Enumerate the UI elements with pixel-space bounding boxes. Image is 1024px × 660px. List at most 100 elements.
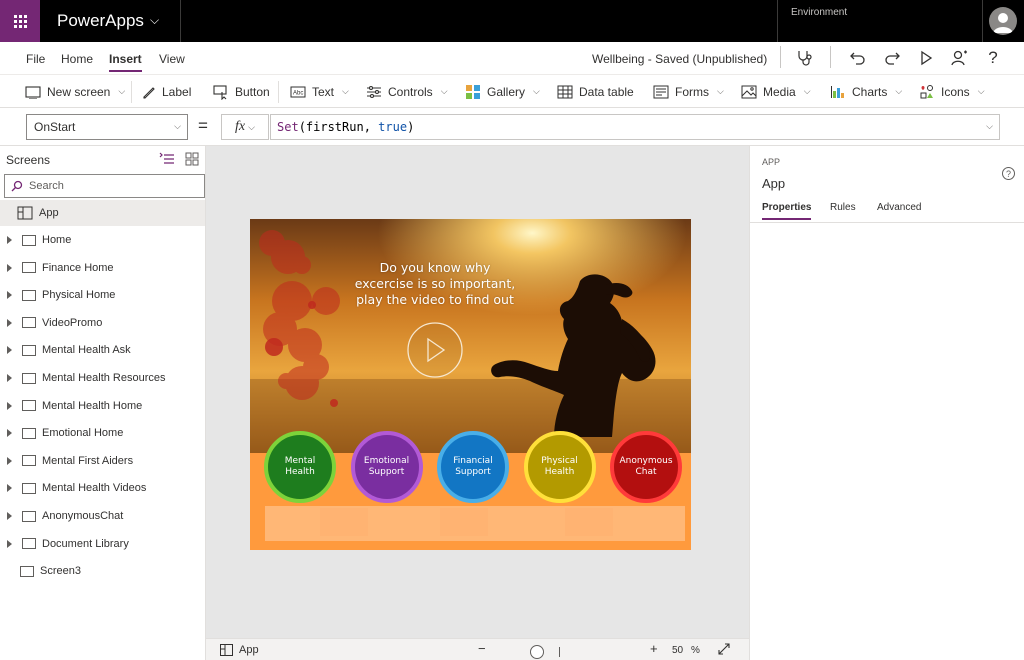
screen-preview[interactable]: Do you know why excercise is so importan… (250, 219, 691, 550)
expand-caret-icon[interactable] (7, 263, 12, 272)
category-button[interactable]: Physical Health (523, 431, 596, 503)
controls-menu-button[interactable]: Controls ⌵ (366, 75, 448, 108)
tree-item-screen[interactable]: Mental First Aiders (0, 448, 205, 474)
text-menu-button[interactable]: Abc Text ⌵ (290, 75, 349, 108)
function-button[interactable]: fx ⌵ (221, 114, 269, 140)
list-view-icon[interactable] (159, 151, 175, 167)
insert-label-button[interactable]: Label (142, 75, 191, 108)
selected-item-label[interactable]: App (239, 644, 259, 656)
screen-icon (22, 344, 36, 356)
new-screen-button[interactable]: New screen ⌵ (25, 75, 125, 108)
gallery-label: Gallery (487, 84, 526, 99)
icons-icon (920, 84, 933, 98)
category-button[interactable]: Financial Support (437, 431, 509, 503)
app-title[interactable]: PowerApps (57, 11, 144, 31)
tab-file[interactable]: File (26, 52, 45, 66)
expand-caret-icon[interactable] (7, 346, 12, 355)
thumbnail-view-icon[interactable] (184, 151, 200, 167)
tree-item-screen[interactable]: Document Library (0, 531, 205, 557)
tree-item-screen[interactable]: Finance Home (0, 255, 205, 281)
tree-item-screen[interactable]: Mental Health Home (0, 393, 205, 419)
property-dropdown[interactable]: OnStart ⌵ (26, 114, 188, 140)
charts-menu-button[interactable]: Charts ⌵ (830, 75, 902, 108)
data-table-label: Data table (579, 84, 634, 99)
formula-input[interactable]: Set(firstRun, true) ⌵ (270, 114, 1000, 140)
document-status: Wellbeing - Saved (Unpublished) (592, 52, 768, 66)
screen-icon (22, 510, 36, 522)
avatar[interactable] (989, 7, 1017, 35)
tree-item-screen[interactable]: Mental Health Resources (0, 365, 205, 391)
tree-item-app[interactable]: App (0, 200, 205, 226)
expand-caret-icon[interactable] (7, 484, 12, 493)
category-button[interactable]: Emotional Support (350, 431, 423, 503)
zoom-slider-thumb[interactable] (530, 645, 544, 659)
stethoscope-icon[interactable] (795, 48, 815, 68)
expand-caret-icon[interactable] (7, 318, 12, 327)
play-video-button[interactable] (407, 322, 463, 378)
selected-kind: APP (762, 157, 781, 167)
tab-advanced[interactable]: Advanced (877, 202, 921, 213)
tree-item-label: VideoPromo (42, 316, 103, 329)
fit-to-window-icon[interactable] (718, 643, 730, 655)
tree-item-label: Screen3 (40, 565, 81, 577)
data-table-icon (557, 85, 573, 98)
tree-item-label: Emotional Home (42, 427, 124, 440)
tree-item-label: Finance Home (42, 261, 114, 274)
help-icon[interactable]: ? (1002, 167, 1015, 180)
tab-rules[interactable]: Rules (830, 202, 856, 213)
help-icon[interactable]: ? (983, 48, 1003, 68)
tree-item-screen3[interactable]: Screen3 (0, 558, 205, 584)
media-label: Media (763, 84, 796, 99)
tree-item-label: Home (42, 234, 72, 246)
screen-icon (22, 234, 36, 246)
design-canvas[interactable]: Do you know why excercise is so importan… (206, 146, 749, 638)
redo-icon[interactable] (882, 48, 902, 68)
expand-caret-icon[interactable] (7, 374, 12, 382)
expand-caret-icon[interactable] (7, 512, 12, 520)
forms-menu-button[interactable]: Forms ⌵ (653, 75, 724, 108)
expand-caret-icon[interactable] (7, 539, 12, 548)
icons-menu-button[interactable]: Icons ⌵ (919, 75, 985, 108)
expand-caret-icon[interactable] (7, 401, 12, 410)
chevron-down-icon[interactable]: ⌵ (150, 13, 159, 28)
category-button[interactable]: Mental Health (264, 431, 336, 503)
search-input[interactable]: Search (4, 174, 205, 198)
tab-home[interactable]: Home (61, 52, 93, 66)
zoom-in-button[interactable]: + (650, 641, 658, 656)
tree-item-screen[interactable]: Physical Home (0, 282, 205, 308)
tab-properties[interactable]: Properties (762, 202, 812, 220)
undo-icon[interactable] (848, 48, 868, 68)
gallery-menu-button[interactable]: Gallery ⌵ (465, 75, 540, 108)
tree-item-screen[interactable]: Home (0, 227, 205, 253)
chevron-down-icon: ⌵ (803, 86, 811, 96)
data-table-button[interactable]: Data table (557, 75, 634, 108)
properties-panel: APP App ? Properties Rules Advanced (749, 146, 1024, 660)
category-button[interactable]: Anonymous Chat (610, 431, 682, 503)
screen-icon (22, 400, 36, 412)
expand-caret-icon[interactable] (7, 236, 12, 244)
app-launcher-button[interactable] (0, 0, 40, 42)
play-icon[interactable] (916, 48, 936, 68)
tree-item-label: Document Library (42, 537, 129, 550)
chevron-down-icon[interactable]: ⌵ (986, 121, 993, 132)
button-icon (213, 84, 227, 100)
insert-button-button[interactable]: Button (213, 75, 270, 108)
tab-insert[interactable]: Insert (109, 52, 142, 72)
category-label: Financial (453, 456, 493, 466)
expand-caret-icon[interactable] (7, 456, 12, 465)
tree-item-screen[interactable]: AnonymousChat (0, 503, 205, 529)
share-user-icon[interactable] (949, 48, 969, 68)
tree-item-screen[interactable]: Mental Health Ask (0, 337, 205, 363)
expand-caret-icon[interactable] (7, 429, 12, 438)
tab-view[interactable]: View (159, 52, 185, 66)
media-menu-button[interactable]: Media ⌵ (741, 75, 811, 108)
expand-caret-icon[interactable] (7, 291, 12, 300)
tree-item-screen[interactable]: Mental Health Videos (0, 475, 205, 501)
tree-item-label: Mental Health Home (42, 399, 143, 412)
zoom-out-button[interactable]: − (478, 641, 486, 656)
tree-item-screen[interactable]: Emotional Home (0, 420, 205, 446)
environment-label[interactable]: Environment (791, 7, 847, 18)
forms-icon (653, 85, 669, 98)
app-icon (17, 206, 33, 220)
tree-item-screen[interactable]: VideoPromo (0, 310, 205, 336)
